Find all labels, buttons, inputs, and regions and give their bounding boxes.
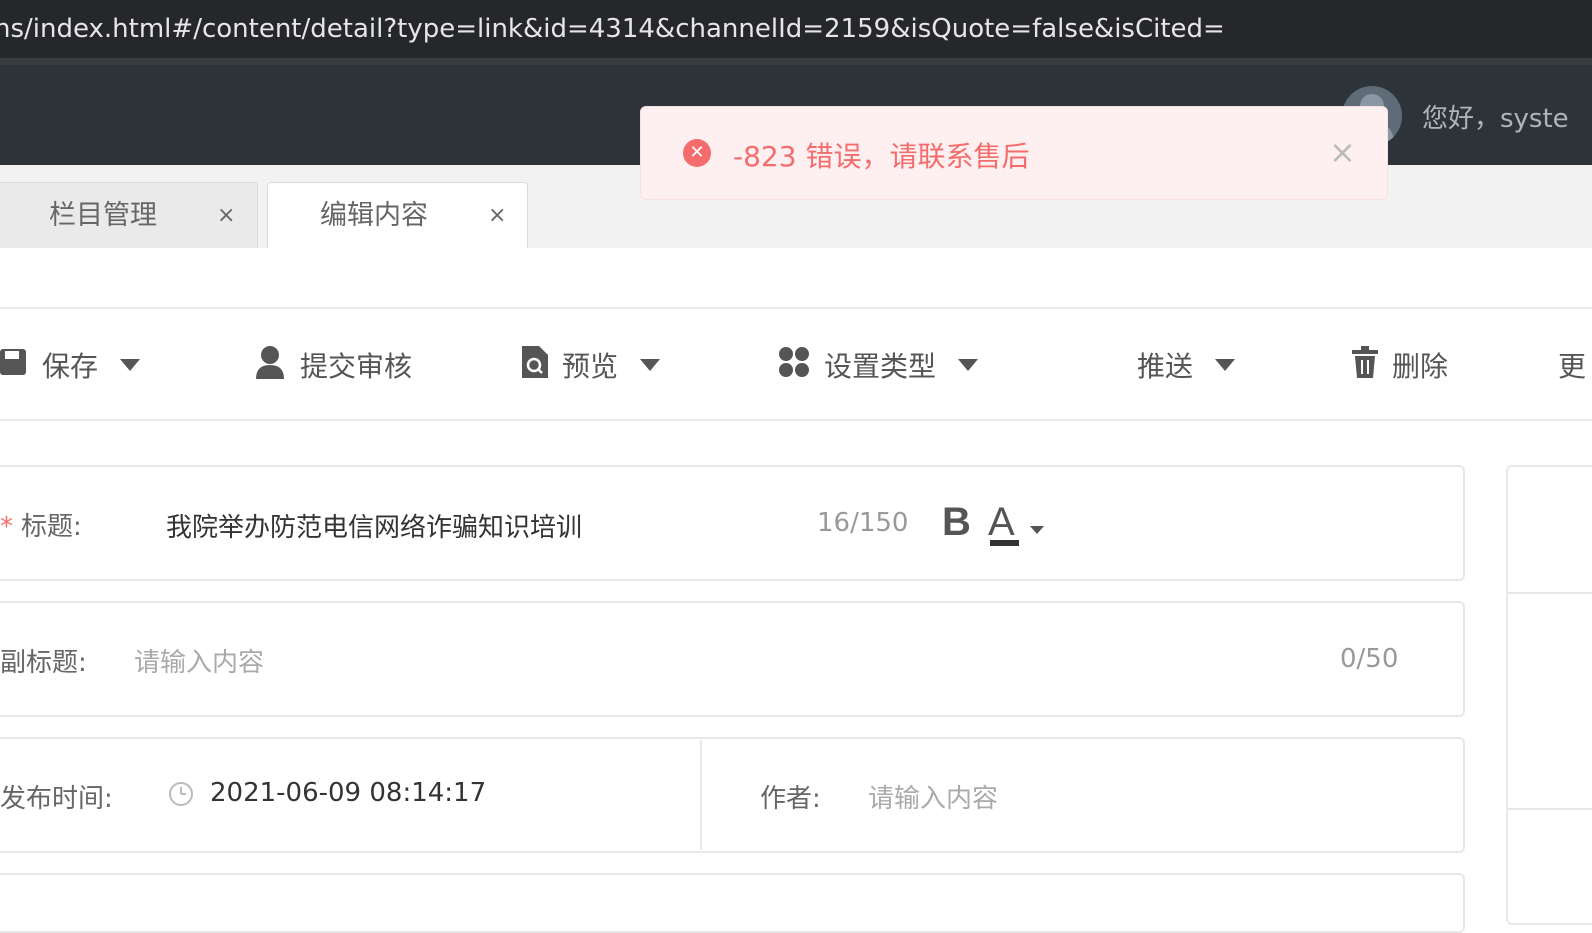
- subtitle-label: 副标题:: [0, 648, 87, 678]
- tab-close-icon[interactable]: ×: [488, 183, 506, 249]
- side-panel: [1506, 465, 1592, 925]
- close-icon[interactable]: ×: [1329, 133, 1356, 171]
- title-input[interactable]: 我院举办防范电信网络诈骗知识培训: [166, 507, 582, 544]
- tab-column-management[interactable]: 栏目管理 ×: [0, 182, 258, 248]
- save-button[interactable]: 保存: [0, 330, 141, 400]
- tab-label: 编辑内容: [320, 200, 428, 231]
- author-input[interactable]: 请输入内容: [868, 778, 998, 815]
- submit-review-button[interactable]: 提交审核: [254, 330, 412, 400]
- set-type-label: 设置类型: [824, 350, 937, 383]
- apps-icon: [778, 346, 810, 385]
- submit-review-label: 提交审核: [300, 350, 413, 383]
- tab-close-icon[interactable]: ×: [217, 183, 235, 249]
- trash-icon: [1352, 345, 1378, 385]
- next-form-row: [0, 873, 1465, 933]
- color-indicator: [990, 540, 1019, 546]
- push-button[interactable]: 推送: [1137, 330, 1236, 400]
- delete-label: 删除: [1392, 350, 1449, 383]
- chevron-down-icon: [1030, 526, 1044, 534]
- preview-button[interactable]: 预览: [522, 330, 661, 400]
- author-label: 作者:: [760, 784, 821, 814]
- browser-url-bar[interactable]: ns/index.html#/content/detail?type=link&…: [0, 0, 1592, 58]
- title-label: * 标题:: [0, 512, 82, 542]
- divider: [0, 307, 1592, 309]
- preview-label: 预览: [562, 350, 619, 383]
- publish-time-input[interactable]: 2021-06-09 08:14:17: [210, 778, 486, 808]
- file-search-icon: [522, 345, 548, 385]
- bold-button[interactable]: B: [942, 500, 971, 545]
- delete-button[interactable]: 删除: [1352, 330, 1448, 400]
- font-color-button[interactable]: A: [988, 500, 1048, 552]
- more-label: 更: [1558, 350, 1587, 383]
- url-text: ns/index.html#/content/detail?type=link&…: [0, 14, 1225, 44]
- chevron-down-icon[interactable]: [1215, 359, 1236, 371]
- chevron-down-icon[interactable]: [958, 359, 979, 371]
- side-panel-divider: [1508, 592, 1592, 594]
- save-icon: [0, 347, 28, 384]
- tab-label: 栏目管理: [49, 200, 157, 231]
- publish-time-label: 发布时间:: [0, 784, 113, 814]
- error-icon: ✕: [683, 139, 711, 167]
- push-label: 推送: [1137, 350, 1194, 383]
- divider: [0, 419, 1592, 421]
- title-counter: 16/150: [817, 508, 909, 538]
- required-mark: *: [0, 512, 13, 542]
- user-greeting[interactable]: 您好，syste: [1422, 98, 1569, 135]
- set-type-button[interactable]: 设置类型: [778, 330, 979, 400]
- save-label: 保存: [42, 350, 99, 383]
- url-bar-separator: [0, 58, 1592, 65]
- chevron-down-icon[interactable]: [640, 359, 661, 371]
- clock-icon: [168, 781, 194, 811]
- side-panel-divider: [1508, 808, 1592, 810]
- error-toast: ✕ -823 错误，请联系售后 ×: [640, 106, 1388, 200]
- chevron-down-icon[interactable]: [120, 359, 141, 371]
- subtitle-input[interactable]: 请输入内容: [134, 642, 264, 679]
- column-divider: [700, 740, 702, 850]
- subtitle-counter: 0/50: [1340, 644, 1399, 674]
- user-icon: [254, 345, 286, 386]
- tab-edit-content[interactable]: 编辑内容 ×: [267, 182, 528, 248]
- toast-message: -823 错误，请联系售后: [733, 140, 1030, 173]
- more-button[interactable]: 更: [1558, 330, 1586, 400]
- font-color-icon: A: [988, 500, 1015, 544]
